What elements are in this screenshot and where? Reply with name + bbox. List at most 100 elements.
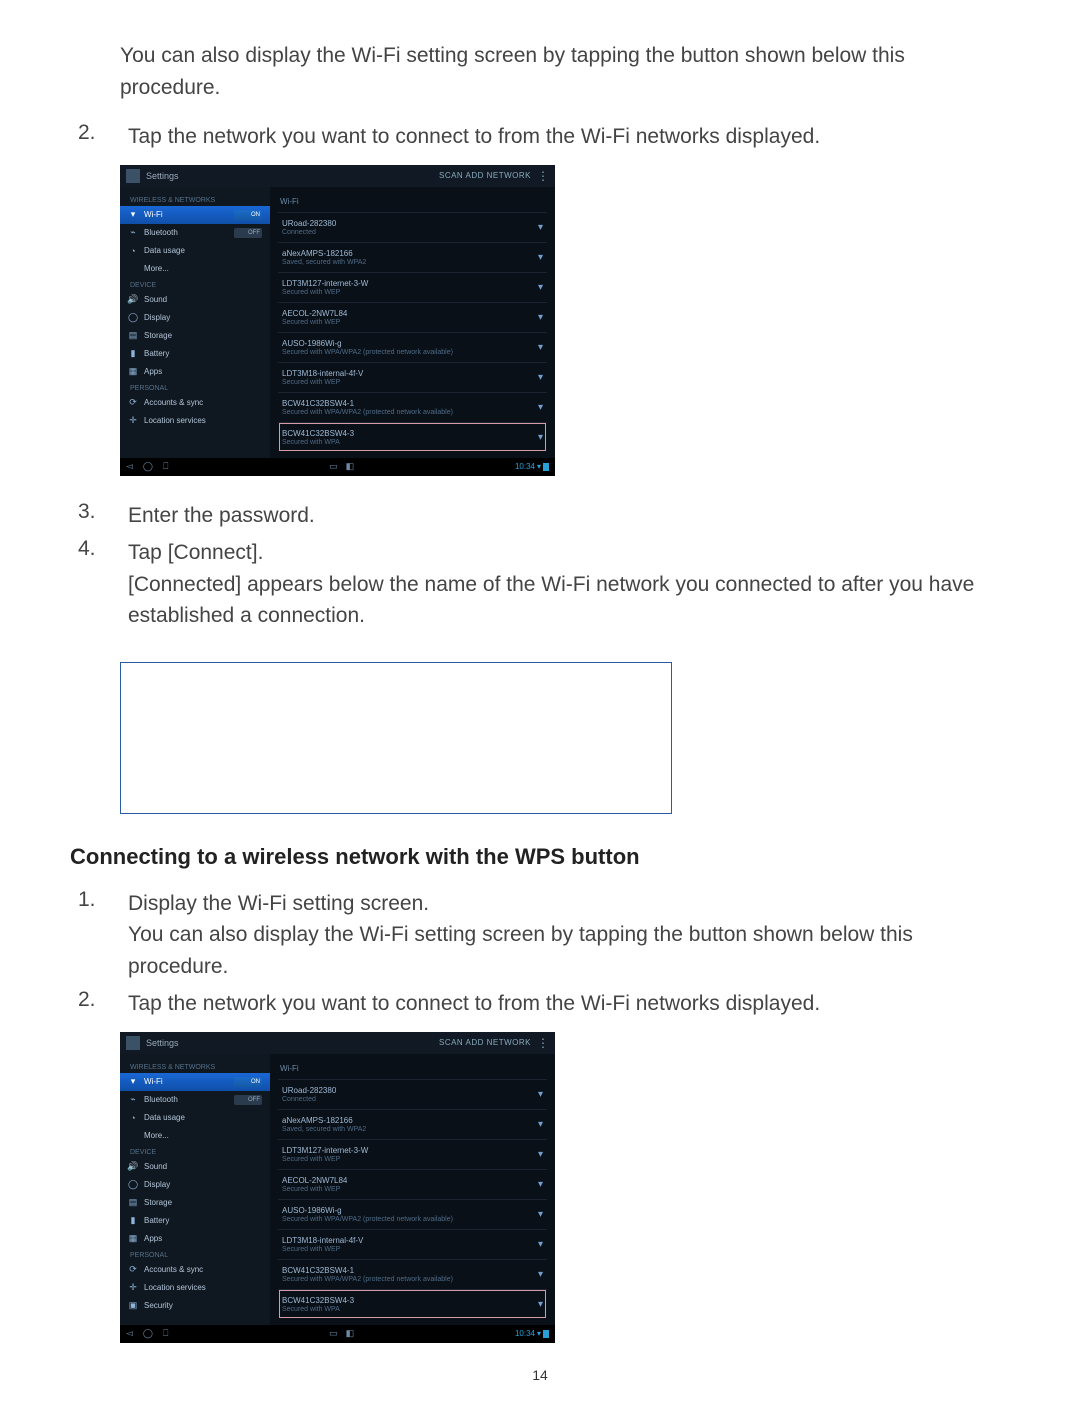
back-icon[interactable]: ◅ xyxy=(126,1328,133,1339)
bluetooth-toggle[interactable]: OFF xyxy=(234,228,262,238)
settings-sidebar: WIRELESS & NETWORKS ▾ Wi-Fi ON ⌁ Bluetoo… xyxy=(120,1054,270,1325)
apps-icon: ▦ xyxy=(128,367,138,377)
sidebar-item-label: Location services xyxy=(144,1283,262,1292)
sidebar-item-label: Bluetooth xyxy=(144,228,228,237)
back-icon[interactable]: ◅ xyxy=(126,461,133,472)
network-status: Secured with WEP xyxy=(282,289,538,296)
network-status: Secured with WEP xyxy=(282,1246,538,1253)
bluetooth-toggle[interactable]: OFF xyxy=(234,1095,262,1105)
sound-icon: 🔊 xyxy=(128,1162,138,1172)
wifi-network-item[interactable]: LDT3M127-internet-3-WSecured with WEP ▾ xyxy=(278,272,547,302)
wifi-network-item[interactable]: aNexAMPS-182166Saved, secured with WPA2 … xyxy=(278,242,547,272)
sidebar-item-accounts[interactable]: ⟳ Accounts & sync xyxy=(120,1261,270,1279)
step-4-line-1: Tap [Connect]. xyxy=(128,541,263,564)
network-name: BCW41C32BSW4-3 xyxy=(282,1296,538,1305)
notif-icon[interactable]: ▭ xyxy=(329,1328,338,1339)
wifi-network-item[interactable]: AECOL-2NW7L84Secured with WEP ▾ xyxy=(278,302,547,332)
wifi-network-item[interactable]: aNexAMPS-182166Saved, secured with WPA2 … xyxy=(278,1109,547,1139)
notif-icon[interactable]: ◧ xyxy=(346,1328,355,1339)
wps-heading: Connecting to a wireless network with th… xyxy=(70,844,1010,870)
sidebar-item-security[interactable]: ▣ Security xyxy=(120,1297,270,1315)
sidebar-item-label: Sound xyxy=(144,1162,262,1171)
wifi-network-item[interactable]: BCW41C32BSW4-1Secured with WPA/WPA2 (pro… xyxy=(278,1259,547,1289)
home-icon[interactable]: ◯ xyxy=(143,461,153,472)
wifi-network-item[interactable]: LDT3M18-internal-4f-VSecured with WEP ▾ xyxy=(278,1229,547,1259)
wifi-network-item[interactable]: BCW41C32BSW4-1Secured with WPA/WPA2 (pro… xyxy=(278,392,547,422)
sidebar-item-apps[interactable]: ▦ Apps xyxy=(120,363,270,381)
notif-icon[interactable]: ◧ xyxy=(346,461,355,472)
sidebar-item-wifi[interactable]: ▾ Wi-Fi ON xyxy=(120,206,270,224)
overflow-icon[interactable]: ⋮ xyxy=(537,1036,549,1050)
wifi-network-item[interactable]: AUSO-1986Wi-gSecured with WPA/WPA2 (prot… xyxy=(278,1199,547,1229)
step-text: Enter the password. xyxy=(128,500,1010,532)
step-text: Tap the network you want to connect to f… xyxy=(128,988,1010,1020)
app-title: Settings xyxy=(146,171,439,181)
wifi-network-item[interactable]: AECOL-2NW7L84Secured with WEP ▾ xyxy=(278,1169,547,1199)
system-bar: ◅ ◯ ⎕ ▭ ◧ 10:34 ▾ xyxy=(120,1325,555,1343)
home-icon[interactable]: ◯ xyxy=(143,1328,153,1339)
step-2: 2. Tap the network you want to connect t… xyxy=(70,121,1010,153)
wifi-network-item[interactable]: URoad-282380Connected ▾ xyxy=(278,212,547,242)
sidebar-item-bluetooth[interactable]: ⌁ Bluetooth OFF xyxy=(120,1091,270,1109)
clock: 10:34 xyxy=(515,1329,535,1338)
network-status: Secured with WPA xyxy=(282,439,538,446)
sidebar-item-accounts[interactable]: ⟳ Accounts & sync xyxy=(120,394,270,412)
step-number: 4. xyxy=(70,537,128,632)
apps-icon: ▦ xyxy=(128,1234,138,1244)
wifi-network-item[interactable]: AUSO-1986Wi-gSecured with WPA/WPA2 (prot… xyxy=(278,332,547,362)
wifi-signal-icon: ▾ xyxy=(538,432,543,443)
sidebar-item-bluetooth[interactable]: ⌁ Bluetooth OFF xyxy=(120,224,270,242)
sidebar-item-location[interactable]: ✛ Location services xyxy=(120,412,270,430)
wifi-toggle[interactable]: ON xyxy=(234,210,262,220)
wifi-network-item-highlighted[interactable]: BCW41C32BSW4-3Secured with WPA ▾ xyxy=(278,1289,547,1319)
sidebar-item-storage[interactable]: ▤ Storage xyxy=(120,1194,270,1212)
sidebar-item-label: Accounts & sync xyxy=(144,398,262,407)
topbar-actions[interactable]: SCAN ADD NETWORK xyxy=(439,171,531,180)
sidebar-item-location[interactable]: ✛ Location services xyxy=(120,1279,270,1297)
sidebar-item-battery[interactable]: ▮ Battery xyxy=(120,345,270,363)
wifi-network-item[interactable]: LDT3M18-internal-4f-VSecured with WEP ▾ xyxy=(278,362,547,392)
step-text: Tap the network you want to connect to f… xyxy=(128,121,1010,153)
wifi-status-icon: ▾ xyxy=(537,462,541,471)
sidebar-item-label: Security xyxy=(144,1301,262,1310)
bluetooth-icon: ⌁ xyxy=(128,1095,138,1105)
sidebar-item-label: Display xyxy=(144,313,262,322)
sidebar-item-sound[interactable]: 🔊 Sound xyxy=(120,1158,270,1176)
app-icon xyxy=(126,169,140,183)
wps-step-1: 1. Display the Wi-Fi setting screen. You… xyxy=(70,888,1010,983)
sidebar-item-label: Storage xyxy=(144,1198,262,1207)
wifi-list-header: Wi-Fi xyxy=(278,1060,547,1079)
sidebar-item-display[interactable]: ◯ Display xyxy=(120,309,270,327)
sidebar-item-data[interactable]: ◔ Data usage xyxy=(120,1109,270,1127)
settings-body: WIRELESS & NETWORKS ▾ Wi-Fi ON ⌁ Bluetoo… xyxy=(120,1054,555,1325)
step-number: 2. xyxy=(70,121,128,153)
app-topbar: Settings SCAN ADD NETWORK ⋮ xyxy=(120,165,555,187)
network-name: BCW41C32BSW4-1 xyxy=(282,1266,538,1275)
notif-icon[interactable]: ▭ xyxy=(329,461,338,472)
sidebar-item-more[interactable]: More... xyxy=(120,1127,270,1145)
wifi-toggle[interactable]: ON xyxy=(234,1077,262,1087)
sidebar-item-battery[interactable]: ▮ Battery xyxy=(120,1212,270,1230)
wps-step-1-line-1: Display the Wi-Fi setting screen. xyxy=(128,892,429,915)
location-icon: ✛ xyxy=(128,1283,138,1293)
wifi-network-item-highlighted[interactable]: BCW41C32BSW4-3Secured with WPA ▾ xyxy=(278,422,547,452)
sidebar-item-data[interactable]: ◔ Data usage xyxy=(120,242,270,260)
wifi-signal-icon: ▾ xyxy=(538,342,543,353)
network-name: BCW41C32BSW4-3 xyxy=(282,429,538,438)
sidebar-item-apps[interactable]: ▦ Apps xyxy=(120,1230,270,1248)
wifi-network-item[interactable]: LDT3M127-internet-3-WSecured with WEP ▾ xyxy=(278,1139,547,1169)
sidebar-item-display[interactable]: ◯ Display xyxy=(120,1176,270,1194)
wifi-network-item[interactable]: URoad-282380Connected ▾ xyxy=(278,1079,547,1109)
wifi-signal-icon: ▾ xyxy=(538,252,543,263)
sidebar-item-more[interactable]: More... xyxy=(120,260,270,278)
sidebar-item-sound[interactable]: 🔊 Sound xyxy=(120,291,270,309)
overflow-icon[interactable]: ⋮ xyxy=(537,169,549,183)
network-status: Secured with WEP xyxy=(282,379,538,386)
sidebar-item-storage[interactable]: ▤ Storage xyxy=(120,327,270,345)
sidebar-item-label: Bluetooth xyxy=(144,1095,228,1104)
sidebar-item-wifi[interactable]: ▾ Wi-Fi ON xyxy=(120,1073,270,1091)
topbar-actions[interactable]: SCAN ADD NETWORK xyxy=(439,1038,531,1047)
wps-step-2: 2. Tap the network you want to connect t… xyxy=(70,988,1010,1020)
sidebar-section-device: DEVICE xyxy=(120,1145,270,1158)
network-name: AUSO-1986Wi-g xyxy=(282,339,538,348)
